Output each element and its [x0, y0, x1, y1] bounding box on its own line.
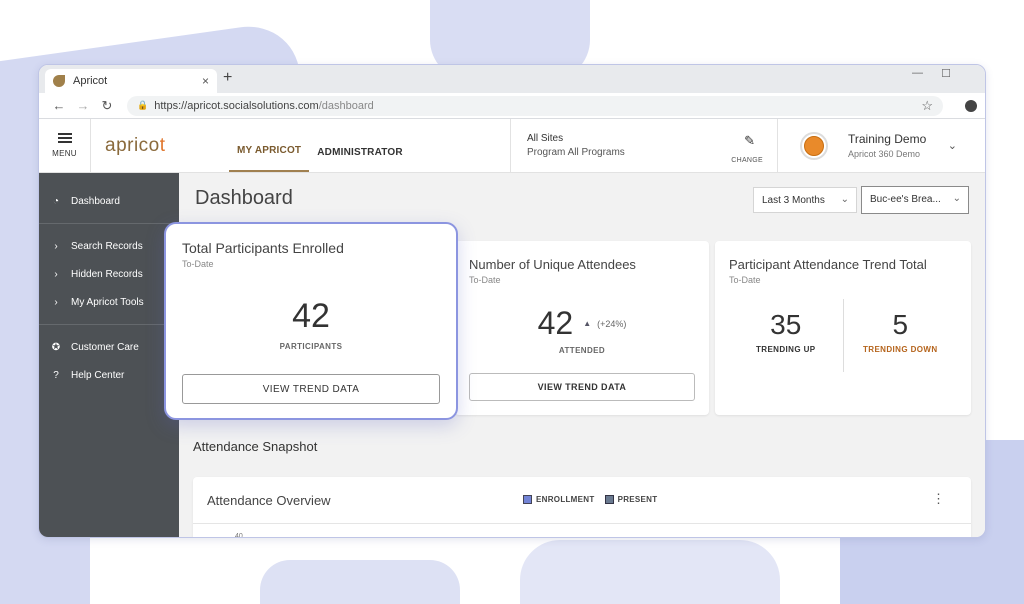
card-subtitle: To-Date: [729, 275, 761, 285]
chevron-down-icon: ⌄: [952, 193, 961, 204]
pencil-icon[interactable]: ✎: [744, 133, 755, 149]
legend-label-enrollment: ENROLLMENT: [536, 495, 595, 504]
apricot-logo[interactable]: aprico t: [91, 119, 211, 172]
card-subtitle: To-Date: [469, 275, 501, 285]
view-trend-data-button[interactable]: VIEW TREND DATA: [469, 373, 695, 401]
card-title: Number of Unique Attendees: [469, 257, 636, 272]
chart-legend: ENROLLMENT PRESENT: [523, 495, 657, 504]
unique-attendees-card: Number of Unique Attendees To-Date 42 ▲ …: [455, 241, 709, 415]
trending-down-label: TRENDING DOWN: [862, 345, 938, 354]
section-title: Attendance Snapshot: [193, 439, 318, 454]
trending-up-value: 35: [770, 309, 802, 340]
legend-swatch-present: [604, 495, 614, 504]
support-icon: ✪: [51, 341, 61, 353]
url-field[interactable]: 🔒 https://apricot.socialsolutions.com/da…: [127, 95, 943, 116]
sidebar-item-label: Search Records: [71, 240, 143, 252]
participants-value: 42: [292, 297, 330, 335]
logo-text-accent: t: [159, 134, 166, 156]
total-participants-card: Total Participants Enrolled To-Date 42 P…: [164, 222, 458, 420]
logo-text: aprico: [105, 134, 160, 156]
lock-icon: 🔒: [137, 100, 149, 110]
address-bar: ← → ↻ 🔒 https://apricot.socialsolutions.…: [39, 93, 985, 119]
attendees-value: 42: [537, 305, 574, 341]
app-header: MENU aprico t MY APRICOT ADMINISTRATOR Al…: [39, 119, 985, 173]
page-title: Dashboard: [195, 187, 293, 209]
menu-label: MENU: [52, 149, 77, 158]
profile-icon[interactable]: [965, 99, 977, 112]
legend-label-present: PRESENT: [617, 495, 658, 504]
divider: [39, 223, 179, 224]
background-shape: [520, 540, 780, 604]
user-org: Apricot 360 Demo: [848, 149, 921, 159]
sidebar-item-dashboard[interactable]: ◔ Dashboard: [39, 187, 179, 215]
tab-my-apricot[interactable]: MY APRICOT: [229, 145, 310, 172]
trending-up-label: TRENDING UP: [755, 345, 816, 354]
chevron-down-icon[interactable]: ⌄: [948, 139, 957, 152]
hamburger-icon: [57, 133, 72, 143]
sidebar-item-label: Dashboard: [71, 195, 120, 207]
program-value: Buc-ee's Brea...: [870, 194, 941, 205]
minimize-icon[interactable]: —: [912, 67, 923, 79]
sidebar-item-label: Help Center: [71, 369, 125, 381]
attendees-label: ATTENDED: [558, 346, 606, 355]
chevron-right-icon: ›: [54, 268, 58, 280]
sidebar-item-label: Hidden Records: [71, 268, 143, 280]
sidebar-item-hidden-records[interactable]: › Hidden Records: [39, 260, 179, 288]
orange-avatar-icon: [804, 135, 824, 156]
forward-icon[interactable]: →: [71, 98, 95, 113]
tab-administrator[interactable]: ADMINISTRATOR: [309, 147, 411, 172]
sidebar-item-label: My Apricot Tools: [71, 296, 144, 308]
change-label[interactable]: CHANGE: [731, 157, 763, 164]
attendees-change: (+24%): [597, 318, 627, 329]
card-title: Participant Attendance Trend Total: [729, 257, 927, 272]
divider: [39, 324, 179, 325]
tab-close-icon[interactable]: ×: [202, 74, 209, 88]
chevron-right-icon: ›: [54, 296, 58, 308]
card-subtitle: To-Date: [182, 259, 214, 269]
attendance-trend-card: Participant Attendance Trend Total To-Da…: [715, 241, 971, 415]
back-icon[interactable]: ←: [47, 98, 71, 113]
help-icon: ?: [53, 369, 59, 381]
attendance-overview-card: Attendance Overview ENROLLMENT PRESENT ⋮…: [193, 477, 971, 538]
trend-up-icon: ▲: [583, 319, 592, 328]
sidebar-item-label: Customer Care: [71, 341, 139, 353]
sidebar-item-search-records[interactable]: › Search Records: [39, 232, 179, 260]
background-shape: [260, 560, 460, 604]
user-menu[interactable]: Training Demo Apricot 360 Demo ⌄: [778, 119, 985, 172]
url-domain: https://apricot.socialsolutions.com: [154, 99, 319, 112]
view-trend-data-button[interactable]: VIEW TREND DATA: [182, 374, 440, 404]
user-name: Training Demo: [848, 132, 927, 146]
menu-button[interactable]: MENU: [39, 119, 91, 172]
trending-down-value: 5: [892, 309, 909, 340]
new-tab-icon[interactable]: +: [223, 69, 232, 87]
y-axis-tick: 40: [235, 533, 243, 538]
program-select[interactable]: Buc-ee's Brea... ⌄: [861, 186, 969, 214]
participants-label: PARTICIPANTS: [279, 342, 343, 351]
bookmark-star-icon[interactable]: ☆: [921, 98, 933, 114]
chevron-right-icon: ›: [54, 240, 58, 252]
url-path: /dashboard: [318, 99, 374, 112]
legend-swatch-enrollment: [523, 495, 532, 504]
date-range-value: Last 3 Months: [762, 195, 825, 206]
site-name: All Sites: [527, 133, 564, 144]
chevron-down-icon: ⌄: [840, 194, 849, 205]
browser-tabbar: Apricot × + — ☐: [39, 65, 985, 93]
browser-tab[interactable]: Apricot ×: [45, 69, 217, 93]
apricot-favicon-icon: [53, 75, 65, 87]
reload-icon[interactable]: ↻: [95, 98, 119, 114]
tab-title: Apricot: [73, 75, 108, 87]
more-options-icon[interactable]: ⋮: [932, 491, 945, 507]
dashboard-icon: ◔: [52, 195, 60, 207]
card-title: Total Participants Enrolled: [182, 240, 344, 256]
maximize-icon[interactable]: ☐: [941, 67, 951, 80]
divider: [193, 523, 971, 524]
site-selector[interactable]: All Sites Program All Programs ✎ CHANGE: [510, 119, 778, 172]
main-nav-tabs: MY APRICOT ADMINISTRATOR: [211, 119, 510, 172]
sidebar-item-customer-care[interactable]: ✪ Customer Care: [39, 333, 179, 361]
sidebar-item-help-center[interactable]: ? Help Center: [39, 361, 179, 389]
date-range-select[interactable]: Last 3 Months ⌄: [753, 187, 857, 213]
sidebar: ◔ Dashboard › Search Records › Hidden Re…: [39, 173, 179, 537]
avatar: [800, 131, 828, 160]
sidebar-item-my-apricot-tools[interactable]: › My Apricot Tools: [39, 288, 179, 316]
